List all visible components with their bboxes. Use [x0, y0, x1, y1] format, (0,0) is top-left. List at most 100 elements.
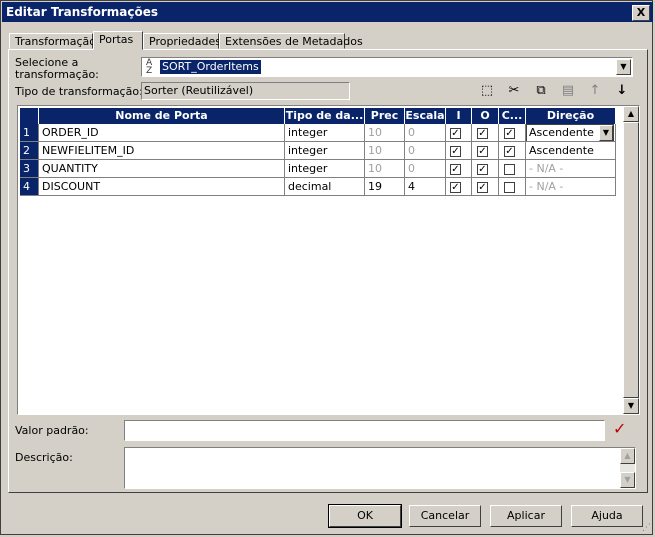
input-checkbox[interactable]: ✓ — [450, 182, 461, 193]
new-port-icon[interactable]: ⬚ — [479, 83, 495, 99]
header-rownum — [20, 108, 39, 124]
tab-portas[interactable]: Portas — [93, 31, 143, 50]
key-checkbox[interactable]: ✓ — [504, 128, 515, 139]
output-cell: ✓ — [472, 124, 499, 142]
dialog-window: Editar Transformações X Transformação Po… — [0, 0, 653, 535]
header-port-name[interactable]: Nome de Porta — [39, 108, 285, 124]
tab-propriedades[interactable]: Propriedades — [143, 33, 221, 49]
input-cell: ✓ — [446, 178, 472, 196]
output-checkbox[interactable]: ✓ — [477, 164, 488, 175]
select-transformation-label-2: transformação: — [15, 68, 99, 81]
validate-check-icon[interactable]: ✓ — [613, 419, 626, 438]
ports-grid[interactable]: Nome de Porta Tipo de da... Prec Escala … — [17, 105, 640, 415]
direction-select-value: Ascendente — [529, 126, 594, 139]
scroll-down-icon[interactable]: ▼ — [623, 398, 639, 414]
direction-cell[interactable]: - N/A - — [526, 178, 616, 196]
input-cell: ✓ — [446, 160, 472, 178]
cancel-button[interactable]: Cancelar — [409, 505, 481, 527]
chevron-down-icon[interactable]: ▼ — [599, 125, 613, 141]
data-type-cell[interactable]: integer — [285, 142, 365, 160]
key-cell: ✓ — [499, 124, 526, 142]
input-checkbox[interactable]: ✓ — [450, 146, 461, 157]
scroll-up-icon[interactable]: ▲ — [620, 448, 635, 464]
scroll-thumb[interactable] — [623, 122, 639, 398]
input-cell: ✓ — [446, 142, 472, 160]
grid-vertical-scrollbar[interactable]: ▲ ▼ — [623, 106, 639, 414]
chevron-down-icon[interactable]: ▼ — [616, 59, 631, 75]
description-label: Descrição: — [15, 451, 73, 464]
header-scale[interactable]: Escala — [405, 108, 446, 124]
key-cell — [499, 160, 526, 178]
port-name-cell[interactable]: QUANTITY — [39, 160, 285, 178]
default-value-label: Valor padrão: — [15, 424, 89, 437]
description-textarea[interactable]: ▲ ▼ — [124, 447, 636, 489]
move-up-icon[interactable]: ↑ — [587, 83, 603, 99]
transformation-select[interactable]: AZ SORT_OrderItems ▼ — [141, 57, 633, 77]
key-checkbox[interactable] — [504, 182, 515, 193]
description-scrollbar[interactable]: ▲ ▼ — [620, 448, 635, 488]
direction-select[interactable]: Ascendente ▼ — [526, 124, 614, 141]
scroll-up-icon[interactable]: ▲ — [623, 106, 639, 122]
data-type-cell[interactable]: decimal — [285, 178, 365, 196]
port-name-cell[interactable]: DISCOUNT — [39, 178, 285, 196]
scroll-down-icon[interactable]: ▼ — [620, 472, 635, 488]
header-direction[interactable]: Direção — [526, 108, 616, 124]
table-row[interactable]: 2 NEWFIELITEM_ID integer 10 0 ✓ ✓ ✓ Asce… — [20, 142, 616, 160]
output-checkbox[interactable]: ✓ — [477, 128, 488, 139]
row-number: 1 — [20, 124, 39, 142]
table-row[interactable]: 1 ORDER_ID integer 10 0 ✓ ✓ ✓ Ascendente… — [20, 124, 616, 142]
input-cell: ✓ — [446, 124, 472, 142]
precision-cell[interactable]: 19 — [365, 178, 405, 196]
header-output[interactable]: O — [472, 108, 499, 124]
precision-cell[interactable]: 10 — [365, 142, 405, 160]
scale-cell[interactable]: 0 — [405, 160, 446, 178]
port-name-cell[interactable]: ORDER_ID — [39, 124, 285, 142]
header-data-type[interactable]: Tipo de da... — [285, 108, 365, 124]
scale-cell[interactable]: 4 — [405, 178, 446, 196]
header-input[interactable]: I — [446, 108, 472, 124]
direction-cell[interactable]: Ascendente — [526, 142, 616, 160]
scale-cell[interactable]: 0 — [405, 124, 446, 142]
apply-button[interactable]: Aplicar — [490, 505, 562, 527]
ok-button[interactable]: OK — [328, 504, 402, 528]
copy-icon[interactable]: ⧉ — [533, 83, 549, 99]
direction-cell: Ascendente ▼ — [526, 124, 616, 142]
header-precision[interactable]: Prec — [365, 108, 405, 124]
paste-icon[interactable]: ▤ — [560, 83, 576, 99]
input-checkbox[interactable]: ✓ — [450, 128, 461, 139]
transformation-type-label: Tipo de transformação: — [15, 85, 143, 98]
input-checkbox[interactable]: ✓ — [450, 164, 461, 175]
resize-grip-icon[interactable]: ⋰ — [642, 524, 651, 533]
header-key[interactable]: C... — [499, 108, 526, 124]
tab-extensoes-metadados[interactable]: Extensões de Metadados — [219, 33, 363, 49]
output-cell: ✓ — [472, 160, 499, 178]
row-number: 3 — [20, 160, 39, 178]
cut-icon[interactable]: ✂ — [506, 83, 522, 99]
port-name-cell[interactable]: NEWFIELITEM_ID — [39, 142, 285, 160]
tab-transformacao[interactable]: Transformação — [9, 33, 96, 49]
help-button[interactable]: Ajuda — [571, 505, 643, 527]
precision-cell[interactable]: 10 — [365, 124, 405, 142]
data-type-cell[interactable]: integer — [285, 124, 365, 142]
precision-cell[interactable]: 10 — [365, 160, 405, 178]
close-icon: X — [636, 6, 646, 19]
key-checkbox[interactable]: ✓ — [504, 146, 515, 157]
table-row[interactable]: 4 DISCOUNT decimal 19 4 ✓ ✓ - N/A - — [20, 178, 616, 196]
sort-az-icon: AZ — [146, 58, 153, 76]
transformation-type-value: Sorter (Reutilizável) — [141, 82, 350, 100]
table-row[interactable]: 3 QUANTITY integer 10 0 ✓ ✓ - N/A - — [20, 160, 616, 178]
direction-cell[interactable]: - N/A - — [526, 160, 616, 178]
row-number: 4 — [20, 178, 39, 196]
default-value-input[interactable] — [124, 420, 605, 441]
close-button[interactable]: X — [632, 5, 650, 21]
data-type-cell[interactable]: integer — [285, 160, 365, 178]
row-number: 2 — [20, 142, 39, 160]
scale-cell[interactable]: 0 — [405, 142, 446, 160]
key-cell: ✓ — [499, 142, 526, 160]
key-checkbox[interactable] — [504, 164, 515, 175]
move-down-icon[interactable]: ↓ — [614, 83, 630, 99]
title-bar: Editar Transformações X — [2, 2, 653, 22]
output-checkbox[interactable]: ✓ — [477, 146, 488, 157]
output-cell: ✓ — [472, 142, 499, 160]
output-checkbox[interactable]: ✓ — [477, 182, 488, 193]
